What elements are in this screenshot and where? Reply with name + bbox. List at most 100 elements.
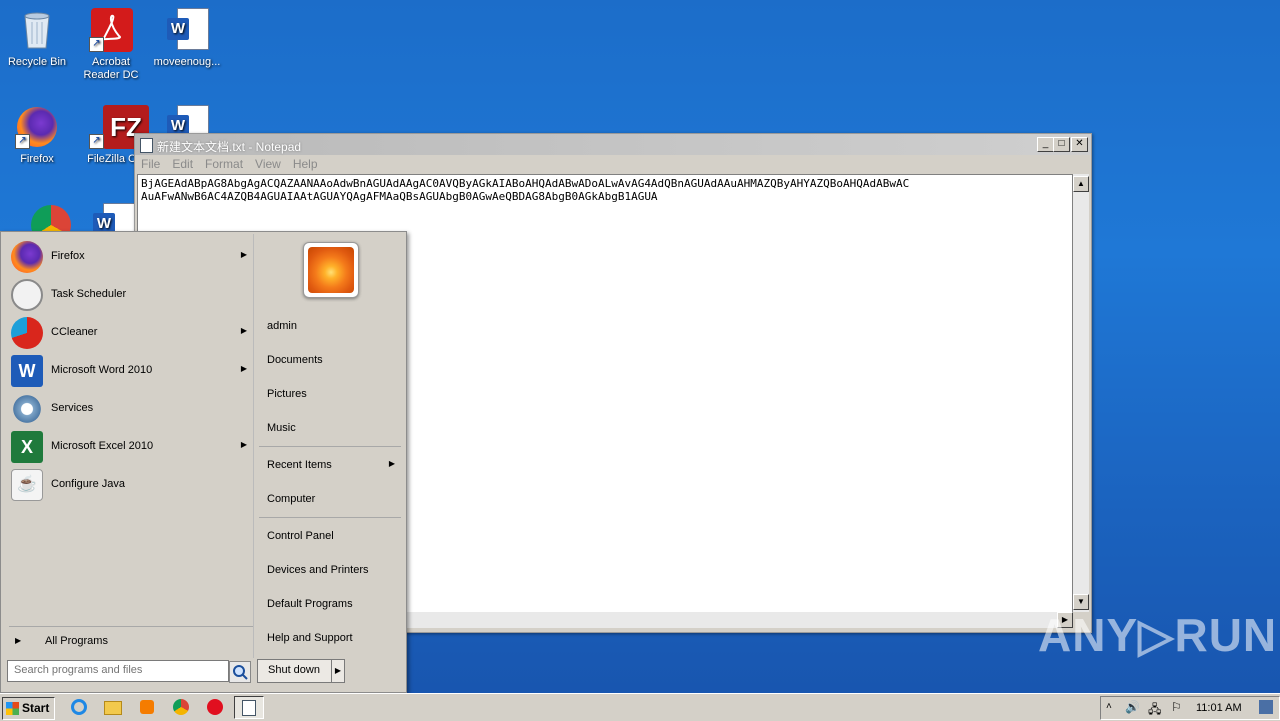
submenu-arrow-icon: ▶ <box>240 440 247 449</box>
start-menu-programs: Firefox ▶ Task Scheduler CCleaner ▶ W Mi… <box>3 234 254 658</box>
places-label: admin <box>267 320 297 332</box>
menu-view[interactable]: View <box>249 155 287 173</box>
internet-explorer-icon[interactable] <box>70 698 90 716</box>
search-box[interactable] <box>7 660 230 682</box>
minimize-button[interactable]: _ <box>1037 137 1054 152</box>
places-label: Recent Items <box>267 459 332 471</box>
all-programs-label: All Programs <box>45 635 108 647</box>
show-hidden-icons-icon[interactable]: ˄ <box>1106 701 1112 712</box>
text-content: BjAGEAdABpAG8AbgAgACQAZAANAAoAdwBnAGUAdA… <box>141 177 1071 203</box>
program-label: Services <box>51 402 94 414</box>
java-icon: ☕ <box>11 469 43 501</box>
program-services[interactable]: Services <box>9 392 251 426</box>
places-computer[interactable]: Computer <box>259 485 401 515</box>
places-label: Help and Support <box>267 632 353 644</box>
program-label: CCleaner <box>51 326 98 338</box>
desktop-icon-word-document[interactable]: W moveenoug... <box>150 8 224 69</box>
places-music[interactable]: Music <box>259 414 401 444</box>
places-label: Documents <box>267 354 323 366</box>
places-label: Control Panel <box>267 530 334 542</box>
search-icon <box>233 665 248 680</box>
recycle-bin-icon <box>15 8 59 52</box>
desktop-icon-label: moveenoug... <box>153 56 221 68</box>
shutdown-label: Shut down <box>268 664 320 676</box>
submenu-arrow-icon: ▶ <box>388 459 395 468</box>
flower-picture-icon <box>308 247 354 293</box>
program-label: Firefox <box>51 250 85 262</box>
start-button[interactable]: Start <box>2 697 55 720</box>
text-line: BjAGEAdABpAG8AbgAgACQAZAANAAoAdwBnAGUAdA… <box>141 177 910 190</box>
places-recent-items[interactable]: Recent Items ▶ <box>259 451 401 481</box>
word-document-icon: W <box>165 8 209 52</box>
start-menu: Firefox ▶ Task Scheduler CCleaner ▶ W Mi… <box>0 231 407 693</box>
notepad-taskbar-button[interactable] <box>234 696 264 719</box>
program-label: Microsoft Excel 2010 <box>51 440 154 452</box>
desktop-icon-label: Recycle Bin <box>7 56 67 68</box>
program-ccleaner[interactable]: CCleaner ▶ <box>9 316 251 350</box>
places-help-support[interactable]: Help and Support <box>259 624 401 654</box>
program-label: Microsoft Word 2010 <box>51 364 153 376</box>
menu-help[interactable]: Help <box>287 155 324 173</box>
shutdown-options-button[interactable]: ▶ <box>331 659 345 683</box>
opera-icon[interactable] <box>206 698 226 716</box>
all-programs-button[interactable]: ▶ All Programs <box>9 632 251 652</box>
places-admin[interactable]: admin <box>259 312 401 342</box>
notepad-icon <box>140 138 153 153</box>
submenu-arrow-icon: ▶ <box>240 326 247 335</box>
close-button[interactable]: ✕ <box>1071 137 1088 152</box>
desktop-icon-firefox[interactable]: ↗ Firefox <box>0 105 74 166</box>
notepad-title-bar[interactable]: 新建文本文档.txt - Notepad _ □ ✕ <box>135 134 1091 155</box>
explorer-folder-icon[interactable] <box>104 698 124 716</box>
shortcut-arrow-icon: ↗ <box>89 37 104 52</box>
program-configure-java[interactable]: ☕ Configure Java <box>9 468 251 502</box>
desktop-icon-acrobat[interactable]: ↗ Acrobat Reader DC <box>74 8 148 82</box>
excel-icon: X <box>11 431 43 463</box>
menu-file[interactable]: File <box>135 155 166 173</box>
chrome-icon[interactable] <box>172 698 192 716</box>
program-task-scheduler[interactable]: Task Scheduler <box>9 278 251 312</box>
action-center-flag-icon[interactable]: ⚐ <box>1171 700 1182 714</box>
volume-icon[interactable]: 🔊 <box>1125 700 1140 714</box>
clock[interactable]: 11:01 AM <box>1196 702 1242 714</box>
places-label: Music <box>267 422 296 434</box>
places-documents[interactable]: Documents <box>259 346 401 376</box>
notepad-icon <box>242 700 256 716</box>
scroll-up-button[interactable]: ▲ <box>1073 176 1089 192</box>
firefox-icon <box>11 241 43 273</box>
search-input[interactable] <box>8 661 230 679</box>
taskbar: Start ˄ 🔊 🖧 ⚐ 11:01 AM <box>0 693 1280 721</box>
word-icon: W <box>11 355 43 387</box>
shutdown-button[interactable]: Shut down <box>257 659 335 683</box>
vertical-scrollbar[interactable]: ▲ ▼ <box>1073 174 1089 612</box>
places-control-panel[interactable]: Control Panel <box>259 522 401 552</box>
submenu-arrow-icon: ▶ <box>240 250 247 259</box>
menu-bar: File Edit Format View Help <box>135 155 1091 174</box>
desktop-icon-recycle-bin[interactable]: Recycle Bin <box>0 8 74 69</box>
clock-icon <box>11 279 43 311</box>
arrow-right-icon: ▶ <box>15 636 22 645</box>
window-title: 新建文本文档.txt - Notepad <box>157 140 302 154</box>
user-avatar[interactable] <box>303 242 359 298</box>
menu-edit[interactable]: Edit <box>166 155 199 173</box>
network-icon[interactable]: 🖧 <box>1148 700 1161 721</box>
places-devices-printers[interactable]: Devices and Printers <box>259 556 401 586</box>
start-menu-places: admin Documents Pictures Music Recent It… <box>257 234 403 658</box>
desktop-icon-label: Acrobat Reader DC <box>83 56 139 81</box>
show-desktop-button[interactable] <box>1259 700 1273 714</box>
acrobat-icon: ↗ <box>89 8 133 52</box>
maximize-button[interactable]: □ <box>1053 137 1070 152</box>
text-line: AuAFwANwB6AC4AZQB4AGUAIAAtAGUAYQAgAFMAaQ… <box>141 190 658 203</box>
media-player-icon[interactable] <box>138 698 158 716</box>
search-button[interactable] <box>229 661 251 683</box>
program-firefox[interactable]: Firefox ▶ <box>9 240 251 274</box>
desktop-icon-label: Firefox <box>20 153 54 165</box>
places-default-programs[interactable]: Default Programs <box>259 590 401 620</box>
menu-format[interactable]: Format <box>199 155 249 173</box>
program-word-2010[interactable]: W Microsoft Word 2010 ▶ <box>9 354 251 388</box>
places-pictures[interactable]: Pictures <box>259 380 401 410</box>
system-tray: ˄ 🔊 🖧 ⚐ 11:01 AM <box>1100 696 1280 720</box>
places-label: Pictures <box>267 388 307 400</box>
gears-icon <box>11 393 43 425</box>
shortcut-arrow-icon: ↗ <box>15 134 30 149</box>
program-excel-2010[interactable]: X Microsoft Excel 2010 ▶ <box>9 430 251 464</box>
